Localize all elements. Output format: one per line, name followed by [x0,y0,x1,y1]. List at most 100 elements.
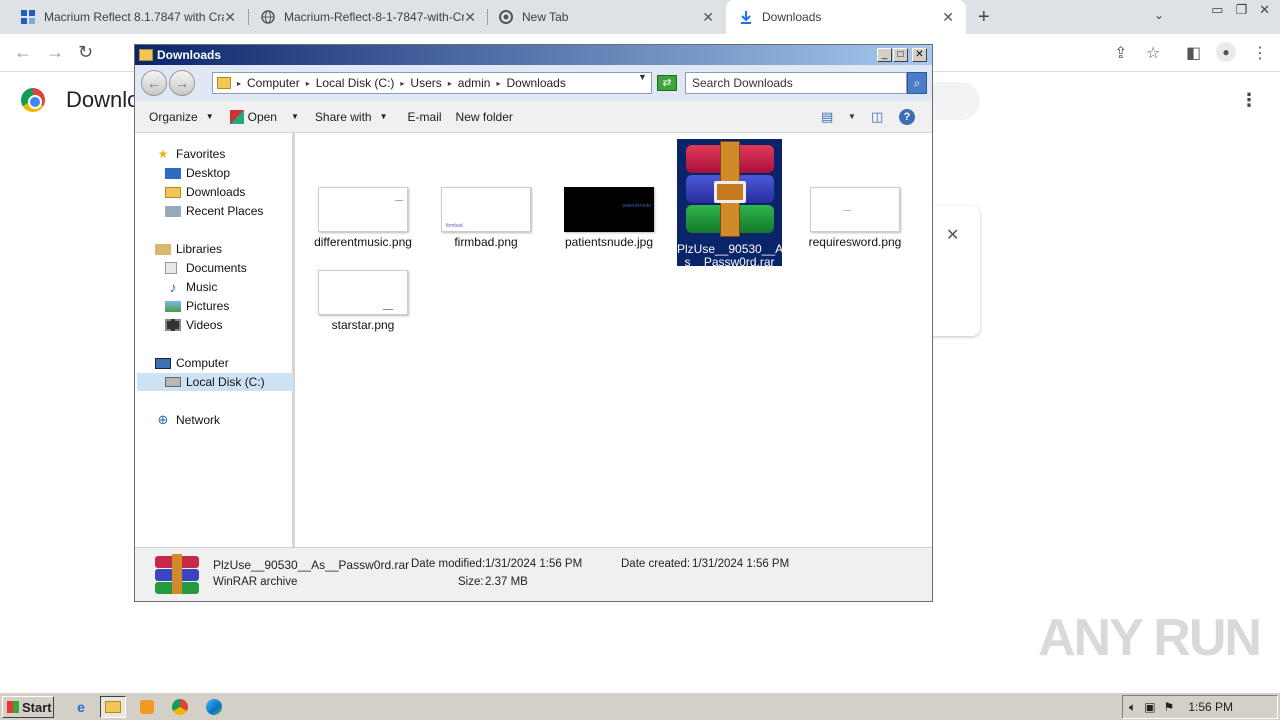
macrium-icon [20,9,36,25]
reload-icon[interactable]: ↻ [78,42,93,63]
new-tab-button[interactable]: + [978,6,990,29]
folder-icon [139,49,153,61]
tab-downloads[interactable]: Downloads ✕ [726,0,966,34]
file-item[interactable]: differentmusic.png [308,187,418,249]
help-icon[interactable]: ? [899,109,915,125]
chevron-right-icon[interactable]: ▸ [400,79,404,88]
speaker-icon[interactable]: 🔈︎ [1129,700,1136,715]
tab-search-icon[interactable]: ⌄ [1154,8,1164,22]
tab-macrium-page[interactable]: Macrium-Reflect-8-1-7847-with-Crack ✕ [240,0,488,34]
internet-explorer-icon[interactable]: e [68,696,94,718]
explorer-titlebar[interactable]: Downloads [135,45,932,65]
breadcrumb-downloads[interactable]: Downloads [506,76,565,90]
menu-icon[interactable]: ⋮ [1252,43,1268,63]
detail-size-value: 2.37 MB [485,576,528,588]
forward-button[interactable]: → [169,70,195,96]
tab-title: Downloads [762,10,822,24]
back-button[interactable]: ← [141,70,167,96]
globe-icon [260,9,276,25]
share-with-button[interactable]: Share with ▼ [315,110,388,124]
media-player-icon[interactable] [134,696,160,718]
close-icon[interactable]: ✕ [702,9,714,26]
detail-modified-value: 1/31/2024 1:56 PM [485,558,583,570]
profile-avatar-icon[interactable]: ● [1216,42,1236,62]
organize-button[interactable]: Organize ▼ [149,110,214,124]
nav-favorites[interactable]: ★ Favorites [155,145,226,163]
close-icon[interactable]: ✕ [464,9,476,26]
back-icon[interactable]: ← [14,42,32,63]
nav-computer[interactable]: Computer [155,354,229,372]
search-input[interactable]: Search Downloads [685,72,907,94]
nav-label: Documents [186,261,247,275]
nav-downloads[interactable]: Downloads [165,183,245,201]
open-label: Open [247,109,277,124]
close-icon[interactable]: ✕ [224,9,236,26]
winrar-icon [229,109,244,124]
new-folder-button[interactable]: New folder [456,110,513,124]
explorer-taskbar-icon[interactable] [100,696,126,718]
bookmark-star-icon[interactable]: ☆ [1146,43,1160,63]
network-tray-icon[interactable]: ▣ [1144,700,1155,714]
remove-download-icon[interactable]: ✕ [946,225,959,245]
maximize-button[interactable]: □ [893,48,908,62]
navigation-pane: ★ Favorites Desktop Downloads Recent Plac… [137,133,295,547]
file-name: patientsnude.jpg [564,235,654,249]
nav-music[interactable]: ♪ Music [165,278,218,296]
change-view-icon[interactable]: ▤ [821,109,833,125]
edge-icon[interactable] [201,696,227,718]
file-item[interactable]: firmbad firmbad.png [431,187,541,249]
tab-new-tab[interactable]: New Tab ✕ [478,0,726,34]
restore-icon[interactable]: ❐ [1235,2,1247,18]
breadcrumb-local-disk[interactable]: Local Disk (C:) [316,76,395,90]
file-item[interactable]: requiresword.png [800,187,910,249]
file-item-selected[interactable]: PlzUse__90530__A s__Passw0rd.rar [677,139,783,269]
nav-documents[interactable]: Documents [165,259,247,277]
breadcrumb-computer[interactable]: Computer [247,76,300,90]
share-icon[interactable]: ⇪ [1114,43,1127,63]
minimize-icon[interactable]: ▭ [1211,2,1223,18]
file-item[interactable]: patientsnude patientsnude.jpg [554,187,664,249]
nav-pictures[interactable]: Pictures [165,297,229,315]
chevron-down-icon: ▼ [205,112,214,121]
close-icon[interactable]: ✕ [942,9,954,26]
chevron-right-icon[interactable]: ▸ [496,79,500,88]
chevron-down-icon[interactable]: ▼ [848,112,856,121]
chrome-taskbar-icon[interactable] [167,696,193,718]
pictures-icon [165,300,181,312]
address-field[interactable]: ▸ Computer ▸ Local Disk (C:) ▸ Users ▸ a… [212,72,652,94]
forward-icon[interactable]: → [46,42,64,63]
refresh-icon[interactable]: ⇄ [657,75,677,91]
nav-videos[interactable]: Videos [165,316,222,334]
close-window-icon[interactable]: ✕ [1259,2,1270,18]
email-button[interactable]: E-mail [408,110,442,124]
nav-label: Computer [176,356,229,370]
chevron-right-icon[interactable]: ▸ [448,79,452,88]
more-options-icon[interactable]: ⋮ [1240,90,1258,111]
desktop-icon [165,167,181,179]
preview-pane-icon[interactable]: ◫ [871,109,883,125]
minimize-button[interactable]: _ [877,48,892,62]
start-button[interactable]: Start [2,696,54,718]
open-button[interactable]: Open ▼ [229,109,299,124]
documents-icon [165,262,177,274]
chevron-right-icon[interactable]: ▸ [237,79,241,88]
chrome-icon [498,9,514,25]
breadcrumb-users[interactable]: Users [410,76,441,90]
computer-icon [155,357,171,369]
tab-macrium[interactable]: Macrium Reflect 8.1.7847 with Crack ✕ [0,0,248,34]
nav-libraries[interactable]: Libraries [155,240,222,258]
chevron-right-icon[interactable]: ▸ [306,79,310,88]
close-button[interactable]: ✕ [912,48,927,62]
detail-size-label: Size: [458,576,484,588]
clock[interactable]: 1:56 PM [1188,700,1233,714]
sidepanel-icon[interactable]: ◧ [1186,43,1201,63]
nav-local-disk[interactable]: Local Disk (C:) [137,373,293,391]
search-icon[interactable]: ⌕ [907,72,927,94]
nav-desktop[interactable]: Desktop [165,164,230,182]
nav-recent-places[interactable]: Recent Places [165,202,263,220]
file-item[interactable]: starstar.png [308,270,418,332]
breadcrumb-admin[interactable]: admin [458,76,491,90]
nav-network[interactable]: ⊕ Network [155,411,220,429]
chevron-down-icon[interactable]: ▼ [638,72,647,82]
action-center-flag-icon[interactable]: ⚑ [1164,700,1175,714]
